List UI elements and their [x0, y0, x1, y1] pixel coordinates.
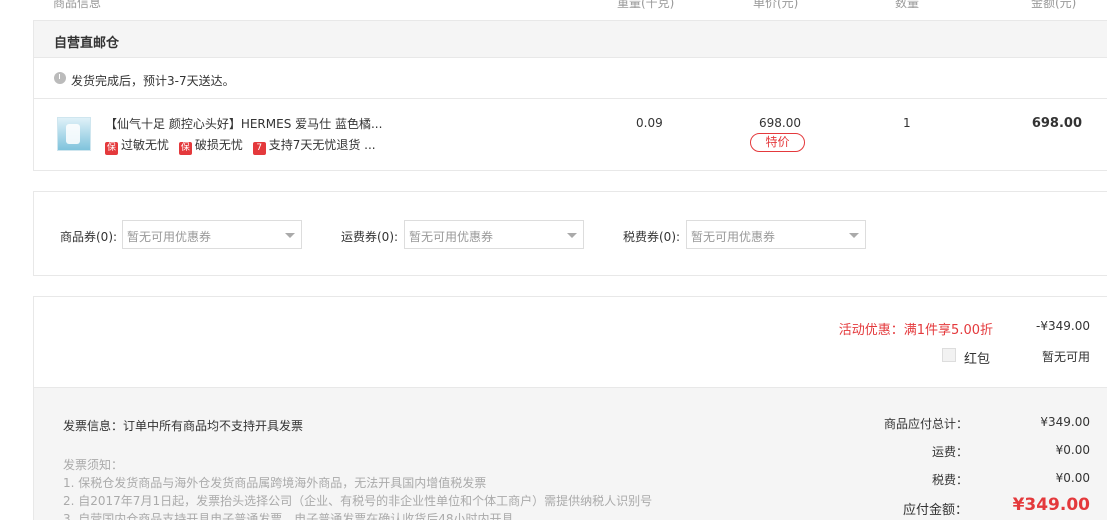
product-weight: 0.09 — [636, 116, 663, 130]
order-summary: 发票信息：订单中所有商品均不支持开具发票 发票须知： 1. 保税仓发货商品与海外… — [33, 387, 1107, 520]
tax-value: ¥0.00 — [1055, 471, 1090, 485]
tag-label: 破损无忧 — [194, 138, 243, 152]
col-weight: 重量(千克) — [617, 0, 675, 10]
col-product: 商品信息 — [53, 0, 102, 10]
col-amount: 金额(元) — [1031, 0, 1077, 10]
shipping-label: 运费： — [931, 445, 968, 459]
invoice-notice-item: 1. 保税仓发货商品与海外仓发货商品属跨境海外商品，无法开具国内增值税发票 — [63, 476, 487, 490]
col-unit-price: 单价(元) — [753, 0, 799, 10]
product-amount: 698.00 — [1031, 116, 1082, 131]
red-packet-label: 红包 — [964, 352, 991, 367]
payable-row: 应付金额： ¥349.00 — [790, 495, 1090, 518]
return-7day-icon: 7 — [252, 142, 266, 155]
column-header: 商品信息 重量(千克) 单价(元) 数量 金额(元) — [0, 0, 1107, 10]
col-quantity: 数量 — [895, 0, 920, 10]
red-packet-checkbox[interactable] — [942, 348, 956, 362]
subtotal-label: 商品应付总计： — [883, 417, 968, 431]
promotion-value: -¥349.00 — [1036, 319, 1090, 333]
tag-allergy[interactable]: 保过敏无忧 — [105, 136, 169, 155]
red-packet-value: 暂无可用 — [1041, 350, 1090, 364]
shipping-value: ¥0.00 — [1055, 443, 1090, 457]
tax-row: 税费： ¥0.00 — [790, 471, 1090, 489]
product-quantity: 1 — [903, 116, 911, 130]
payable-value: ¥349.00 — [1012, 495, 1090, 515]
shipping-coupon-select[interactable]: 暂无可用优惠券 — [404, 220, 584, 249]
payable-label: 应付金额： — [902, 503, 968, 518]
invoice-notice-item: 2. 自2017年7月1日起，发票抬头选择公司（企业、有税号的非企业性单位和个体… — [63, 494, 653, 508]
promotion-label: 活动优惠：满1件享5.00折 — [838, 323, 993, 338]
goods-coupon-select[interactable]: 暂无可用优惠券 — [122, 220, 302, 249]
discount-summary: 活动优惠：满1件享5.00折 -¥349.00 红包 暂无可用 — [33, 296, 1107, 388]
tax-coupon-label: 税费券(0): — [623, 230, 681, 244]
warehouse-title: 自营直邮仓 — [54, 36, 120, 51]
shipping-note: 发货完成后，预计3-7天送达。 — [33, 57, 1107, 99]
shipping-row: 运费： ¥0.00 — [790, 443, 1090, 461]
service-tags: 保过敏无忧 保破损无忧 7 支持7天无忧退货 ... — [105, 136, 382, 155]
subtotal-value: ¥349.00 — [1040, 415, 1090, 429]
shipping-coupon-label: 运费券(0): — [341, 230, 399, 244]
product-price: 698.00 — [759, 116, 801, 130]
tag-return[interactable]: 7 支持7天无忧退货 ... — [252, 136, 376, 155]
tax-coupon-select[interactable]: 暂无可用优惠券 — [686, 220, 866, 249]
shipping-note-text: 发货完成后，预计3-7天送达。 — [71, 74, 235, 88]
tag-label: 支持7天无忧退货 ... — [268, 138, 376, 152]
invoice-info: 发票信息：订单中所有商品均不支持开具发票 — [63, 419, 304, 433]
subtotal-row: 商品应付总计： ¥349.00 — [790, 415, 1090, 433]
guarantee-icon: 保 — [105, 142, 118, 155]
invoice-notice-item: 3. 自营国内仓商品支持开具电子普通发票，电子普通发票在确认收货后48小时内开具 — [63, 512, 514, 520]
product-thumbnail[interactable] — [57, 117, 91, 151]
tag-label: 过敏无忧 — [121, 138, 170, 152]
product-row: 【仙气十足 颜控心头好】HERMES 爱马仕 蓝色橘... 保过敏无忧 保破损无… — [33, 98, 1107, 171]
tax-label: 税费： — [931, 473, 968, 487]
invoice-notice-title: 发票须知： — [63, 458, 124, 472]
product-name[interactable]: 【仙气十足 颜控心头好】HERMES 爱马仕 蓝色橘... — [105, 115, 382, 132]
guarantee-icon: 保 — [178, 142, 192, 155]
goods-coupon-label: 商品券(0): — [60, 230, 118, 244]
special-price-badge: 特价 — [750, 133, 805, 152]
coupon-section: 商品券(0): 暂无可用优惠券 运费券(0): 暂无可用优惠券 税费券(0): … — [33, 191, 1107, 276]
warehouse-header: 自营直邮仓 — [33, 20, 1107, 58]
tag-damage[interactable]: 保破损无忧 — [178, 136, 243, 155]
clock-icon — [54, 72, 66, 84]
